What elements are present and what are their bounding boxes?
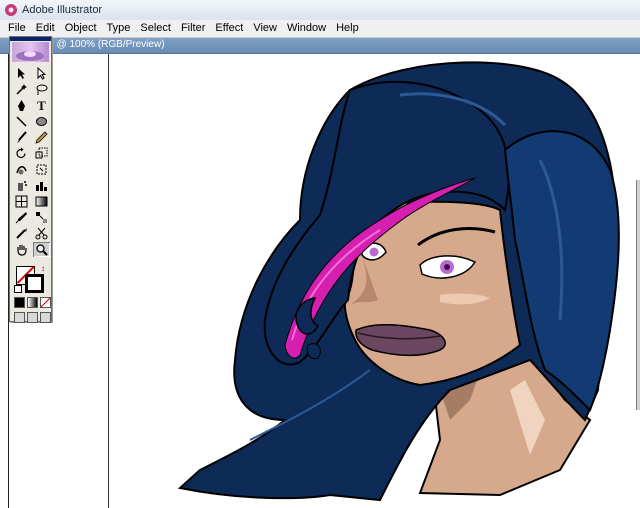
menu-window[interactable]: Window: [282, 20, 331, 37]
toolbox-panel[interactable]: T ↕: [9, 36, 52, 323]
flower-banner-icon: [16, 51, 44, 61]
type-tool-icon[interactable]: T: [33, 98, 50, 113]
tool-grid: T: [10, 62, 51, 257]
menu-help[interactable]: Help: [331, 20, 364, 37]
ellipse-tool-icon[interactable]: [33, 114, 50, 129]
direct-selection-tool-icon[interactable]: [33, 66, 50, 81]
stroke-swatch[interactable]: [25, 274, 44, 293]
illustrator-flower-icon: [5, 4, 17, 16]
page-tiling-line: [108, 54, 109, 508]
none-mode-button[interactable]: [40, 297, 51, 308]
swap-fill-stroke-icon[interactable]: ↕: [41, 264, 45, 273]
eyedropper-tool-icon[interactable]: [13, 210, 30, 225]
document-title: ai @ 100% (RGB/Preview): [46, 39, 165, 50]
palette-edge[interactable]: [636, 180, 640, 410]
pen-tool-icon[interactable]: [13, 98, 30, 113]
character-illustration: [177, 61, 620, 502]
slice-tool-icon[interactable]: [13, 226, 30, 241]
screen-mode-row: [14, 312, 51, 323]
menu-object[interactable]: Object: [60, 20, 102, 37]
color-mode-row: [14, 297, 51, 308]
blend-tool-icon[interactable]: [33, 210, 50, 225]
magic-wand-tool-icon[interactable]: [13, 82, 30, 97]
selection-tool-icon[interactable]: [13, 66, 30, 81]
pencil-tool-icon[interactable]: [33, 130, 50, 145]
default-colors-icon[interactable]: [14, 285, 22, 293]
left-iris: [369, 247, 379, 257]
zoom-tool-icon[interactable]: [33, 242, 50, 257]
gradient-tool-icon[interactable]: [33, 194, 50, 209]
menu-view[interactable]: View: [248, 20, 282, 37]
menu-type[interactable]: Type: [102, 20, 136, 37]
line-segment-tool-icon[interactable]: [13, 114, 30, 129]
hair-curl-lower: [306, 343, 321, 359]
toolbox-title-bar[interactable]: [10, 37, 51, 41]
full-screen-menu-mode-button[interactable]: [27, 312, 38, 323]
rotate-tool-icon[interactable]: [13, 146, 30, 161]
gradient-mode-button[interactable]: [27, 297, 38, 308]
menu-bar: File Edit Object Type Select Filter Effe…: [0, 20, 640, 38]
column-graph-tool-icon[interactable]: [33, 178, 50, 193]
warp-tool-icon[interactable]: [13, 162, 30, 177]
hand-tool-icon[interactable]: [13, 242, 30, 257]
right-pupil: [444, 264, 450, 270]
standard-screen-mode-button[interactable]: [14, 312, 25, 323]
scale-tool-icon[interactable]: [33, 146, 50, 161]
lasso-tool-icon[interactable]: [33, 82, 50, 97]
full-screen-mode-button[interactable]: [40, 312, 51, 323]
menu-filter[interactable]: Filter: [176, 20, 210, 37]
menu-select[interactable]: Select: [135, 20, 176, 37]
document-title-bar[interactable]: ai @ 100% (RGB/Preview): [0, 38, 640, 54]
window-title: Adobe Illustrator: [22, 4, 103, 16]
menu-effect[interactable]: Effect: [210, 20, 248, 37]
symbol-sprayer-tool-icon[interactable]: [13, 178, 30, 193]
toolbox-banner-image: [12, 42, 49, 62]
scissors-tool-icon[interactable]: [33, 226, 50, 241]
window-title-bar: Adobe Illustrator: [0, 0, 640, 21]
color-mode-button[interactable]: [14, 297, 25, 308]
menu-file[interactable]: File: [0, 20, 31, 37]
paintbrush-tool-icon[interactable]: [13, 130, 30, 145]
fill-stroke-controls: ↕: [13, 263, 48, 293]
mesh-tool-icon[interactable]: [13, 194, 30, 209]
free-transform-tool-icon[interactable]: [33, 162, 50, 177]
menu-edit[interactable]: Edit: [31, 20, 60, 37]
